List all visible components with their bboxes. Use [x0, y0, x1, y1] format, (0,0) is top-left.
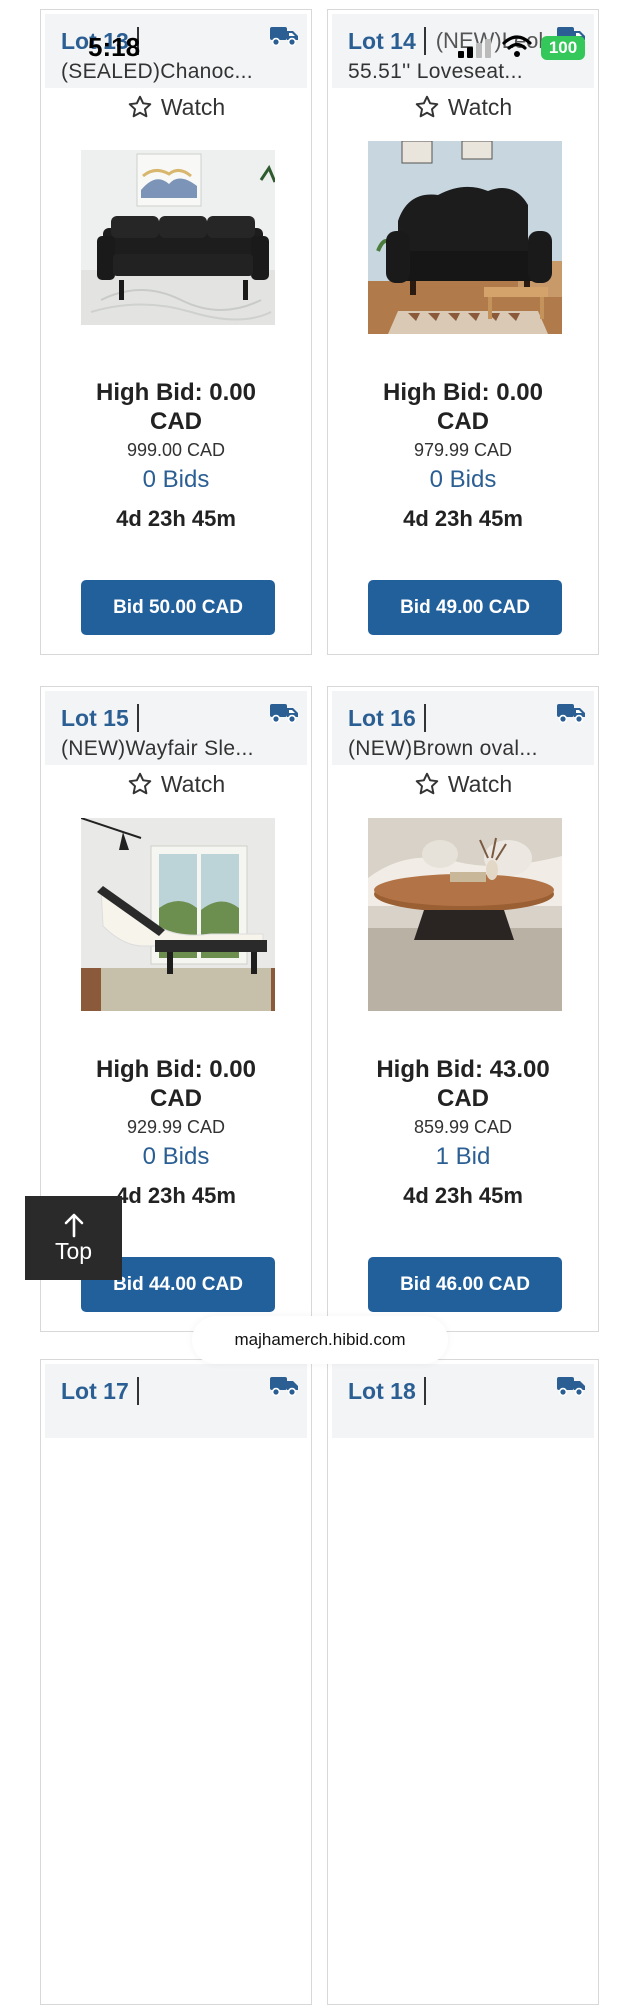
lot-grid: Lot 13 (SEALED)Chanoc... Watch High Bid:…	[0, 0, 640, 2005]
high-bid: High Bid: 43.00 CAD	[376, 1056, 550, 1112]
time-left: 4d 23h 45m	[116, 506, 236, 531]
lot-number[interactable]: Lot 16	[348, 705, 416, 732]
lot-number[interactable]: Lot 14	[348, 28, 416, 55]
lot-title[interactable]: 55.51'' Loveseat...	[348, 60, 584, 84]
truck-icon	[270, 704, 298, 724]
star-outline-icon	[128, 95, 152, 118]
watch-button[interactable]: Watch	[41, 90, 311, 124]
lot-card[interactable]: Lot 16 (NEW)Brown oval... Watch High Bid…	[327, 686, 599, 1332]
bid-count[interactable]: 1 Bid	[328, 1143, 598, 1171]
lot-card-header: Lot 13 (SEALED)Chanoc...	[45, 14, 307, 88]
time-left: 4d 23h 45m	[403, 506, 523, 531]
bid-button[interactable]: Bid 49.00 CAD	[368, 580, 562, 635]
watch-label: Watch	[160, 93, 226, 120]
lot-number[interactable]: Lot 18	[348, 1378, 416, 1405]
truck-icon	[557, 704, 585, 724]
divider	[423, 704, 426, 732]
high-bid: High Bid: 0.00 CAD	[382, 379, 544, 435]
lot-image[interactable]	[368, 141, 562, 334]
watch-button[interactable]: Watch	[328, 767, 598, 801]
divider	[136, 704, 139, 732]
lot-title[interactable]: (NEW)Wayfair Sle...	[61, 737, 297, 761]
star-outline-icon	[128, 772, 152, 795]
watch-button[interactable]: Watch	[41, 767, 311, 801]
lot-title[interactable]: (SEALED)Chanoc...	[61, 60, 297, 84]
bid-count[interactable]: 0 Bids	[41, 1143, 311, 1171]
watch-label: Watch	[447, 93, 513, 120]
truck-icon	[557, 27, 585, 47]
watch-button[interactable]: Watch	[328, 90, 598, 124]
lot-card-header: Lot 18	[332, 1364, 594, 1438]
lot-number[interactable]: Lot 17	[61, 1378, 129, 1405]
high-bid: High Bid: 0.00 CAD	[95, 379, 257, 435]
bid-button[interactable]: Bid 46.00 CAD	[368, 1257, 562, 1312]
url-text: majhamerch.hibid.com	[234, 1330, 406, 1349]
bid-count[interactable]: 0 Bids	[328, 466, 598, 494]
lot-card[interactable]: Lot 14 (NEW)Leola 55.51'' Loveseat... Wa…	[327, 9, 599, 655]
lot-card[interactable]: Lot 17	[40, 1359, 312, 2005]
divider	[423, 27, 426, 55]
truck-icon	[557, 1377, 585, 1397]
truck-icon	[270, 1377, 298, 1397]
arrow-up-icon	[64, 1213, 83, 1237]
back-to-top-label: Top	[54, 1237, 93, 1264]
retail-price: 929.99 CAD	[126, 1117, 226, 1137]
watch-label: Watch	[160, 770, 226, 797]
lot-number[interactable]: Lot 15	[61, 705, 129, 732]
divider	[136, 27, 139, 55]
browser-address-bar[interactable]: majhamerch.hibid.com	[192, 1316, 448, 1364]
truck-icon	[270, 27, 298, 47]
retail-price: 999.00 CAD	[126, 440, 226, 460]
time-left: 4d 23h 45m	[403, 1183, 523, 1208]
lot-card-header: Lot 15 (NEW)Wayfair Sle...	[45, 691, 307, 765]
star-outline-icon	[415, 95, 439, 118]
lot-card-header: Lot 14 (NEW)Leola 55.51'' Loveseat...	[332, 14, 594, 88]
lot-image[interactable]	[81, 150, 275, 325]
lot-title[interactable]: (NEW)Brown oval...	[348, 737, 584, 761]
high-bid: High Bid: 0.00 CAD	[95, 1056, 257, 1112]
divider	[136, 1377, 139, 1405]
lot-card[interactable]: Lot 13 (SEALED)Chanoc... Watch High Bid:…	[40, 9, 312, 655]
retail-price: 979.99 CAD	[413, 440, 513, 460]
star-outline-icon	[415, 772, 439, 795]
lot-title-prefix: (NEW)Leola	[435, 28, 556, 53]
lot-image[interactable]	[368, 818, 562, 1011]
lot-card-header: Lot 17	[45, 1364, 307, 1438]
lot-card[interactable]: Lot 18	[327, 1359, 599, 2005]
lot-card-header: Lot 16 (NEW)Brown oval...	[332, 691, 594, 765]
back-to-top-button[interactable]: Top	[25, 1196, 122, 1280]
bid-button[interactable]: Bid 50.00 CAD	[81, 580, 275, 635]
lot-number[interactable]: Lot 13	[61, 28, 129, 55]
divider	[423, 1377, 426, 1405]
lot-image[interactable]	[81, 818, 275, 1011]
retail-price: 859.99 CAD	[413, 1117, 513, 1137]
watch-label: Watch	[447, 770, 513, 797]
bid-count[interactable]: 0 Bids	[41, 466, 311, 494]
